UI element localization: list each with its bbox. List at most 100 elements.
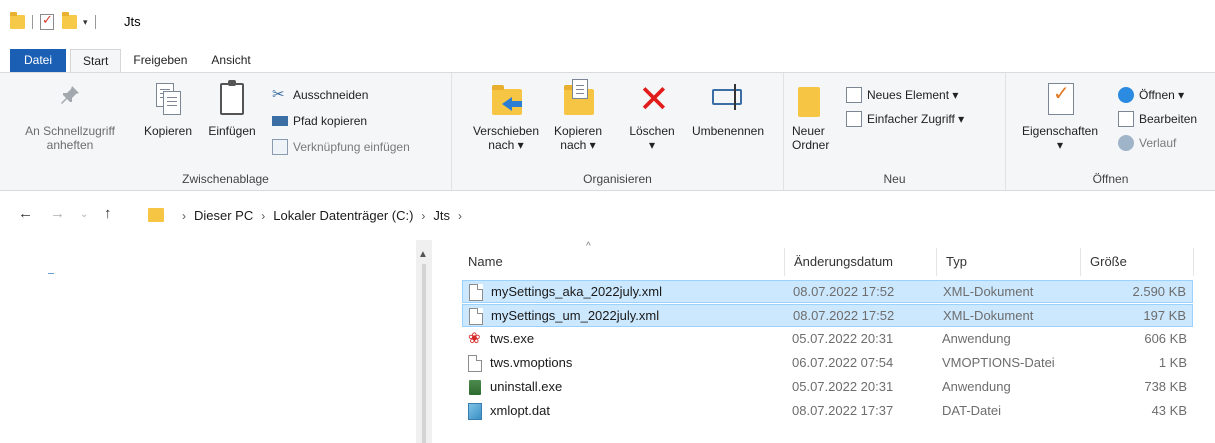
file-row[interactable]: ❀ tws.exe 05.07.2022 20:31 Anwendung 606 KB [462,328,1193,351]
new-folder-quick-icon[interactable] [62,12,77,29]
new-item-button[interactable]: Neues Element ▾ [846,85,958,105]
scroll-up-arrow-icon[interactable]: ▲ [418,249,428,260]
breadcrumb-chevron-icon[interactable]: › [421,209,425,223]
file-modified-date: 05.07.2022 20:31 [792,331,894,346]
copy-to-label-line2: nach ▾ [560,138,596,152]
easy-access-button[interactable]: Einfacher Zugriff ▾ [846,109,964,129]
file-size: 197 KB [1143,308,1186,323]
breadcrumb-chevron-icon[interactable]: › [261,209,265,223]
file-type: Anwendung [942,331,1011,346]
group-label-clipboard: Zwischenablage [182,172,269,186]
file-size: 738 KB [1144,379,1187,394]
scrollbar-track[interactable] [422,264,426,443]
file-name: mySettings_aka_2022july.xml [491,284,663,299]
breadcrumb-local-disk[interactable]: Lokaler Datenträger (C:) [273,208,413,223]
pin-to-quick-access-button[interactable]: An Schnellzugriff anheften [6,79,134,152]
properties-icon [1042,79,1078,119]
file-row[interactable]: tws.vmoptions 06.07.2022 07:54 VMOPTIONS-D… [462,352,1193,375]
paste-shortcut-label: Verknüpfung einfügen [293,140,410,154]
cut-button[interactable]: ✂ Ausschneiden [272,85,368,105]
data-file-icon [468,403,482,420]
tab-start[interactable]: Start [70,49,122,73]
column-divider[interactable] [784,248,785,276]
rename-icon [710,79,746,119]
document-icon [468,355,482,372]
delete-label: Löschen [629,124,675,138]
file-row[interactable]: xmlopt.dat 08.07.2022 17:37 DAT-Datei 43 KB [462,400,1193,423]
paste-shortcut-button[interactable]: Verknüpfung einfügen [272,137,410,157]
window-title: Jts [124,14,141,29]
properties-quick-icon[interactable] [40,12,54,30]
address-folder-icon [148,208,164,222]
column-header-date[interactable]: Änderungsdatum [794,254,893,269]
breadcrumb-chevron-icon[interactable]: › [182,209,186,223]
column-divider[interactable] [1193,248,1194,276]
edit-button[interactable]: Bearbeiten [1118,109,1197,129]
navigation-pane-scrollbar[interactable]: ▲ [416,240,432,443]
file-size: 43 KB [1151,403,1187,418]
folder-icon [10,12,25,29]
back-arrow-icon[interactable]: ← [18,205,33,222]
file-name: tws.vmoptions [490,355,573,370]
delete-dropdown-icon[interactable]: ▾ [622,138,682,152]
column-header-name[interactable]: Name [468,254,503,269]
pin-label-line2: anheften [46,138,94,152]
scissors-icon: ✂ [272,86,285,103]
breadcrumb-this-pc[interactable]: Dieser PC [194,208,253,223]
new-folder-icon [792,79,828,119]
copy-path-button[interactable]: Pfad kopieren [272,111,367,131]
column-divider[interactable] [1080,248,1081,276]
rename-button[interactable]: Umbenennen [682,79,774,138]
new-folder-button[interactable]: Neuer Ordner [792,79,842,152]
move-to-icon [488,79,524,119]
properties-dropdown-icon[interactable]: ▾ [1012,138,1108,152]
navigation-pane[interactable] [0,240,428,443]
properties-button[interactable]: Eigenschaften ▾ [1012,79,1108,152]
new-item-label: Neues Element ▾ [867,88,959,102]
sort-caret-icon: ^ [586,241,591,252]
file-name: xmlopt.dat [490,403,550,418]
column-header-size[interactable]: Größe [1090,254,1127,269]
tab-share[interactable]: Freigeben [121,49,199,73]
quick-access-toolbar: ▾ [10,12,103,31]
copy-button[interactable]: Kopieren [136,79,200,138]
column-header-type[interactable]: Typ [946,254,967,269]
recent-locations-chevron-icon[interactable]: ⌄ [80,209,88,220]
breadcrumb-jts[interactable]: Jts [433,208,450,223]
customize-toolbar-dropdown-icon[interactable]: ▾ [83,17,88,28]
tab-file[interactable]: Datei [10,49,67,73]
rename-label: Umbenennen [691,124,765,138]
file-list-header: ^ Name Änderungsdatum Typ Größe [458,240,1194,276]
new-folder-label-line2: Ordner [792,138,830,152]
up-arrow-icon[interactable]: ↑ [104,205,112,222]
file-modified-date: 08.07.2022 17:52 [793,284,895,299]
navigation-bar: ← → ⌄ ↑ › Dieser PC › Lokaler Datenträge… [0,198,1215,234]
forward-arrow-icon[interactable]: → [50,205,65,222]
tab-view[interactable]: Ansicht [199,49,262,73]
clipboard-icon [214,79,250,119]
file-type: VMOPTIONS-Datei [942,355,1055,370]
breadcrumb-chevron-icon[interactable]: › [458,209,462,223]
file-modified-date: 08.07.2022 17:37 [792,403,894,418]
paste-button[interactable]: Einfügen [200,79,264,138]
cut-label: Ausschneiden [293,88,369,102]
pin-label-line1: An Schnellzugriff [25,124,115,138]
paste-label: Einfügen [208,124,256,138]
file-type: Anwendung [942,379,1011,394]
history-button[interactable]: Verlauf [1118,133,1176,153]
easy-access-label: Einfacher Zugriff ▾ [867,112,965,126]
delete-button[interactable]: ✕ Löschen ▾ [622,79,682,152]
file-row[interactable]: mySettings_um_2022july.xml 08.07.2022 17:… [462,304,1193,327]
easy-access-icon [846,111,862,127]
file-row[interactable]: uninstall.exe 05.07.2022 20:31 Anwendung 73… [462,376,1193,399]
open-button[interactable]: Öffnen ▾ [1118,85,1184,105]
copy-to-button[interactable]: Kopieren nach ▾ [548,79,608,152]
document-icon [469,308,483,325]
nav-tree-marker [48,273,54,274]
uninstaller-icon [469,380,481,395]
column-divider[interactable] [936,248,937,276]
copy-to-icon [560,79,596,119]
file-row[interactable]: mySettings_aka_2022july.xml 08.07.2022 17… [462,280,1193,303]
move-to-button[interactable]: Verschieben nach ▾ [462,79,550,152]
new-folder-label-line1: Neuer [792,124,825,138]
